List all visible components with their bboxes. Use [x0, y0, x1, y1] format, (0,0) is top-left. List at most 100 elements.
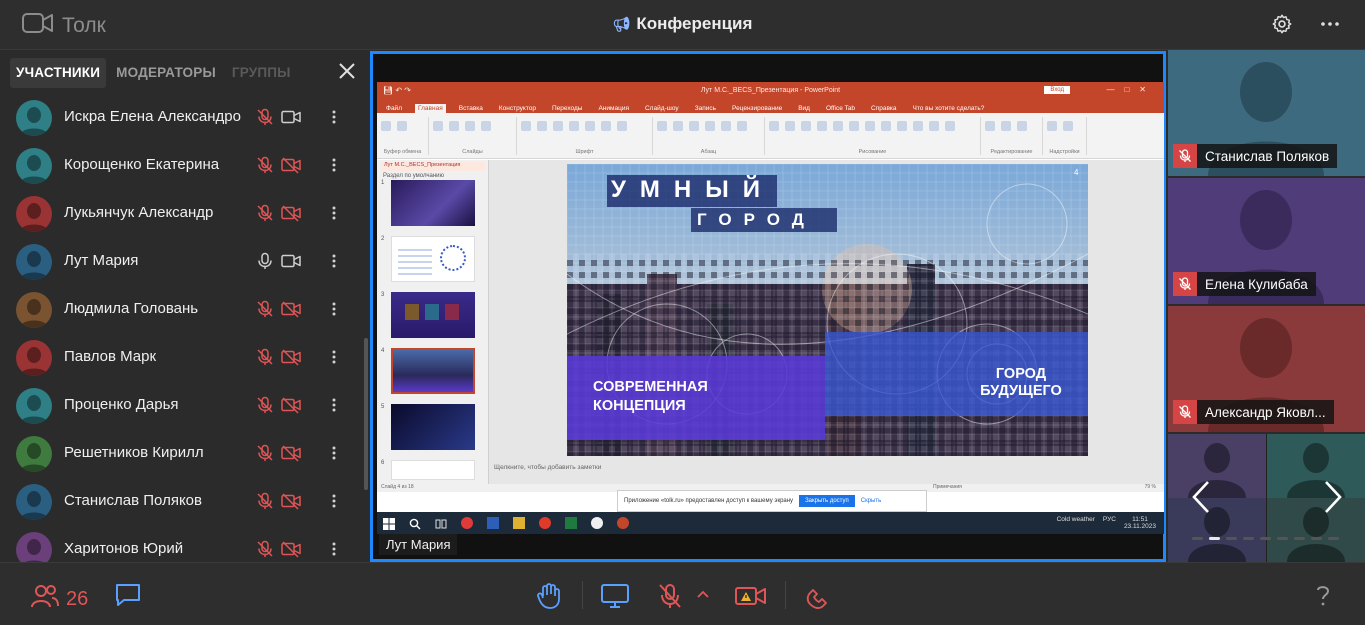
slide-word-city: ГОРОД: [697, 210, 816, 229]
screen-share-icon[interactable]: [600, 582, 630, 615]
pp-status-slide: Слайд 4 из 18: [381, 484, 414, 490]
tile-participant-name: Станислав Поляков: [1205, 148, 1330, 164]
participant-name: Корощенко Екатерина: [64, 156, 220, 173]
camera-off-icon[interactable]: [281, 300, 301, 323]
pager-dot[interactable]: [1209, 537, 1220, 540]
camera-off-icon[interactable]: [281, 444, 301, 467]
more-vertical-icon[interactable]: [328, 396, 340, 419]
tab-groups[interactable]: ГРУППЫ: [226, 58, 297, 88]
next-page-arrow-icon[interactable]: [1322, 480, 1344, 519]
mic-muted-icon[interactable]: [256, 300, 274, 323]
more-vertical-icon[interactable]: [328, 108, 340, 131]
pp-ribbon-group-label: Буфер обмена: [383, 149, 422, 155]
pp-ribbon-group: Абзац: [653, 117, 765, 155]
pager-dot[interactable]: [1243, 537, 1254, 540]
pp-ribbon-group-label: Абзац: [700, 149, 717, 155]
shared-screen-stage: 💾︎ ↶ ↷ Лут М.С._BECS_Презентация - Power…: [370, 51, 1166, 562]
camera-icon[interactable]: [281, 108, 301, 131]
more-vertical-icon[interactable]: [328, 444, 340, 467]
participant-row[interactable]: Павлов Марк: [0, 334, 365, 382]
camera-off-icon[interactable]: [281, 156, 301, 179]
camera-off-icon[interactable]: [281, 348, 301, 371]
mic-muted-icon[interactable]: [256, 156, 274, 179]
camera-off-icon[interactable]: [281, 204, 301, 227]
participant-row[interactable]: Харитонов Юрий: [0, 526, 365, 562]
participant-row[interactable]: Корощенко Екатерина: [0, 142, 365, 190]
pager-dot[interactable]: [1226, 537, 1237, 540]
hang-up-icon[interactable]: [804, 582, 832, 615]
pager-dot[interactable]: [1328, 537, 1339, 540]
participant-row[interactable]: Лут Мария: [0, 238, 365, 286]
mic-muted-icon[interactable]: [256, 348, 274, 371]
pp-menu-item: Справка: [871, 105, 897, 112]
prev-page-arrow-icon[interactable]: [1190, 480, 1212, 519]
more-vertical-icon[interactable]: [328, 252, 340, 275]
pp-body: Лут М.С._BECS_Презентация Раздел по умол…: [377, 160, 1164, 484]
tray-clock: 11:51 23.11.2023: [1123, 516, 1156, 530]
lang-indicator: РУС: [1102, 516, 1116, 523]
pager-dot[interactable]: [1311, 537, 1322, 540]
participants-list: Искра Елена Александро Корощенко Екатерин…: [0, 94, 365, 562]
weather-text: Cold weather: [1056, 516, 1095, 523]
pp-ribbon-group: Редактирование: [981, 117, 1043, 155]
avatar: [16, 100, 52, 136]
camera-icon[interactable]: [281, 252, 301, 275]
chat-icon[interactable]: [114, 582, 142, 613]
video-tile[interactable]: Елена Кулибаба: [1168, 178, 1365, 304]
word-icon: [487, 517, 499, 529]
top-actions: [1271, 13, 1341, 40]
camera-warning-icon[interactable]: [734, 582, 768, 615]
pager-dot[interactable]: [1294, 537, 1305, 540]
tile-name-badge: Станислав Поляков: [1173, 144, 1338, 168]
participants-count-button[interactable]: 26: [30, 583, 88, 615]
participant-row[interactable]: Решетников Кирилл: [0, 430, 365, 478]
camera-off-icon[interactable]: [281, 396, 301, 419]
participant-row[interactable]: Лукьянчук Александр: [0, 190, 365, 238]
raise-hand-icon[interactable]: [535, 582, 563, 615]
pager-dot[interactable]: [1277, 537, 1288, 540]
participant-row[interactable]: Станислав Поляков: [0, 478, 365, 526]
tile-participant-name: Елена Кулибаба: [1205, 276, 1308, 292]
mic-icon[interactable]: [256, 252, 274, 275]
more-horizontal-icon[interactable]: [1319, 13, 1341, 40]
mic-muted-icon[interactable]: [256, 540, 274, 562]
conference-app: Толк 📢︎ Конференция УЧАСТНИКИ МОДЕРАТОРЫ …: [0, 0, 1365, 625]
conference-title: Конференция: [636, 14, 753, 33]
stop-sharing-button: Закрыть доступ: [799, 495, 855, 507]
slide-thumb-4-selected: [391, 348, 475, 394]
more-vertical-icon[interactable]: [328, 156, 340, 179]
mic-muted-icon[interactable]: [656, 582, 684, 615]
tab-participants[interactable]: УЧАСТНИКИ: [10, 58, 107, 88]
camera-off-icon[interactable]: [281, 492, 301, 515]
pp-ribbon-group-label: Слайды: [462, 149, 483, 155]
pager-dot[interactable]: [1260, 537, 1271, 540]
participants-scrollbar[interactable]: [364, 338, 368, 490]
avatar: [16, 532, 52, 562]
more-vertical-icon[interactable]: [328, 348, 340, 371]
more-vertical-icon[interactable]: [328, 540, 340, 562]
video-tile[interactable]: Александр Яковл...: [1168, 306, 1365, 432]
participant-row[interactable]: Проценко Дарья: [0, 382, 365, 430]
slide-thumbnails: Лут М.С._BECS_Презентация Раздел по умол…: [377, 160, 489, 484]
participant-row[interactable]: Искра Елена Александро: [0, 94, 365, 142]
grid-video-cell: [1267, 434, 1365, 498]
close-icon[interactable]: [338, 62, 356, 85]
video-tile[interactable]: Станислав Поляков: [1168, 50, 1365, 176]
mic-muted-icon[interactable]: [256, 444, 274, 467]
mic-options-chevron-icon[interactable]: [696, 587, 710, 606]
help-icon[interactable]: [1310, 582, 1336, 613]
pager-dot[interactable]: [1192, 537, 1203, 540]
participant-row[interactable]: Людмила Головань: [0, 286, 365, 334]
gear-icon[interactable]: [1271, 13, 1293, 40]
pp-ribbon-group: Надстройки: [1043, 117, 1087, 155]
more-vertical-icon[interactable]: [328, 204, 340, 227]
tab-moderators[interactable]: МОДЕРАТОРЫ: [110, 58, 222, 88]
camera-off-icon[interactable]: [281, 540, 301, 562]
mic-muted-icon[interactable]: [256, 396, 274, 419]
more-vertical-icon[interactable]: [328, 300, 340, 323]
mic-muted-icon[interactable]: [256, 492, 274, 515]
pp-menu-item: Переходы: [551, 105, 583, 112]
mic-muted-icon[interactable]: [256, 108, 274, 131]
more-vertical-icon[interactable]: [328, 492, 340, 515]
mic-muted-icon[interactable]: [256, 204, 274, 227]
